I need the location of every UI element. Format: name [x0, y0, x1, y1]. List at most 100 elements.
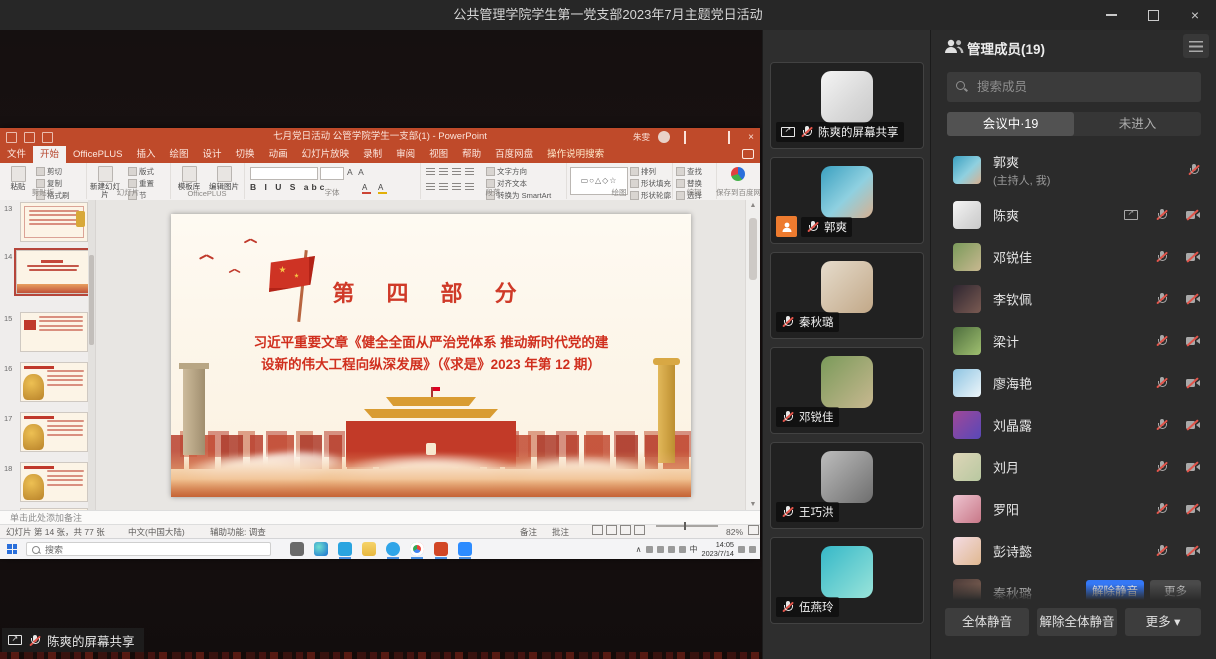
slide-thumbnail-panel[interactable]: 13 14 15 16	[0, 200, 96, 510]
camera-off-icon[interactable]	[1185, 209, 1201, 222]
mic-off-icon[interactable]	[1155, 544, 1169, 558]
zoom-slider[interactable]	[656, 525, 718, 527]
find-button[interactable]: 查找	[676, 166, 702, 177]
taskbar-clock[interactable]: 14:052023/7/14	[702, 540, 734, 558]
unmute-all-button[interactable]: 解除全体静音	[1037, 608, 1117, 636]
member-row[interactable]: 刘晶露	[931, 404, 1216, 446]
tab-officeplus[interactable]: OfficePLUS	[66, 146, 129, 163]
ppt-restore-button[interactable]	[722, 132, 736, 143]
edge-icon[interactable]	[314, 542, 328, 556]
panel-menu-button[interactable]	[1183, 34, 1209, 58]
comments-toggle[interactable]: 批注	[552, 525, 569, 539]
tab-home[interactable]: 开始	[33, 146, 66, 163]
qq-icon[interactable]	[386, 542, 400, 556]
member-row[interactable]: 廖海艳	[931, 362, 1216, 404]
fit-to-window-icon[interactable]	[748, 525, 759, 535]
notes-pane[interactable]: 单击此处添加备注	[0, 510, 760, 524]
template-gallery-icon[interactable]	[182, 166, 197, 182]
mic-off-icon[interactable]	[1155, 250, 1169, 264]
comments-icon[interactable]	[742, 149, 754, 159]
member-row[interactable]: 邓锐佳	[931, 236, 1216, 278]
tab-animations[interactable]: 动画	[262, 146, 295, 163]
camera-off-icon[interactable]	[1185, 419, 1201, 432]
chrome-icon[interactable]	[410, 542, 424, 556]
search-input[interactable]	[975, 79, 1193, 95]
tab-not-joined[interactable]: 未进入	[1074, 112, 1201, 136]
tab-review[interactable]: 审阅	[389, 146, 422, 163]
tab-baidu-netdisk[interactable]: 百度网盘	[488, 146, 540, 163]
mic-off-icon[interactable]	[1155, 208, 1169, 222]
video-tile[interactable]: 郭爽	[770, 157, 924, 244]
tab-file[interactable]: 文件	[0, 146, 33, 163]
new-slide-icon[interactable]	[98, 166, 113, 182]
tab-draw[interactable]: 绘图	[163, 146, 196, 163]
system-tray[interactable]: ∧ 中 14:052023/7/14	[636, 539, 756, 559]
font-name-box[interactable]	[250, 167, 318, 180]
numbering-icon[interactable]	[439, 168, 448, 176]
language-status[interactable]: 中文(中国大陆)	[128, 525, 185, 539]
member-row[interactable]: 罗阳	[931, 488, 1216, 530]
baidu-netdisk-icon[interactable]	[731, 167, 745, 181]
text-direction-button[interactable]: 文字方向	[486, 166, 551, 177]
thumbnail-scrollbar[interactable]	[88, 200, 95, 510]
line-spacing-icon[interactable]	[465, 168, 474, 176]
tab-transitions[interactable]: 切换	[229, 146, 262, 163]
tab-help[interactable]: 帮助	[455, 146, 488, 163]
mute-all-button[interactable]: 全体静音	[945, 608, 1029, 636]
maximize-button[interactable]	[1132, 0, 1174, 30]
mic-off-icon[interactable]	[1155, 376, 1169, 390]
video-tile-screen-share[interactable]: 陈爽的屏幕共享	[770, 62, 924, 149]
tab-in-meeting[interactable]: 会议中·19	[947, 112, 1074, 136]
taskbar-search[interactable]: 搜索	[26, 542, 271, 556]
file-explorer-icon[interactable]	[362, 542, 376, 556]
arrange-button[interactable]: 排列	[630, 166, 671, 177]
paste-icon[interactable]	[11, 166, 26, 182]
font-size-box[interactable]	[320, 167, 344, 180]
screen-share-icon[interactable]	[1124, 209, 1139, 222]
indent-icon[interactable]	[452, 168, 461, 176]
camera-off-icon[interactable]	[1185, 503, 1201, 516]
tell-me-search[interactable]: 操作说明搜索	[540, 146, 611, 163]
cut-button[interactable]: 剪切	[36, 166, 70, 177]
camera-off-icon[interactable]	[1185, 377, 1201, 390]
camera-off-icon[interactable]	[1185, 545, 1201, 558]
mic-off-icon[interactable]	[1155, 418, 1169, 432]
video-tile[interactable]: 伍燕玲	[770, 537, 924, 624]
member-row[interactable]: 郭爽(主持人, 我)	[931, 146, 1216, 194]
notes-toggle[interactable]: 备注	[520, 525, 537, 539]
mic-off-icon[interactable]	[1187, 163, 1201, 177]
reading-view-icon[interactable]	[620, 525, 631, 535]
ppt-close-button[interactable]: ×	[744, 132, 758, 143]
member-row[interactable]: 陈爽	[931, 194, 1216, 236]
minimize-button[interactable]	[1090, 0, 1132, 30]
accessibility-status[interactable]: 辅助功能: 调查	[210, 525, 266, 539]
meeting-app-icon[interactable]	[458, 542, 472, 556]
member-row[interactable]: 刘月	[931, 446, 1216, 488]
member-row[interactable]: 彭诗懿	[931, 530, 1216, 572]
tab-view[interactable]: 视图	[422, 146, 455, 163]
edit-picture-icon[interactable]	[217, 166, 232, 182]
camera-off-icon[interactable]	[1185, 461, 1201, 474]
video-tile[interactable]: 王巧洪	[770, 442, 924, 529]
close-button[interactable]: ×	[1174, 0, 1216, 30]
video-tile[interactable]: 邓锐佳	[770, 347, 924, 434]
member-search[interactable]	[947, 72, 1201, 102]
start-button[interactable]	[7, 544, 17, 554]
grow-shrink-font[interactable]: A A	[347, 167, 366, 177]
tab-insert[interactable]: 插入	[130, 146, 163, 163]
ribbon-display-icon[interactable]	[678, 132, 692, 143]
slide-sorter-icon[interactable]	[606, 525, 617, 535]
mic-off-icon[interactable]	[1155, 460, 1169, 474]
camera-off-icon[interactable]	[1185, 335, 1201, 348]
tab-record[interactable]: 录制	[356, 146, 389, 163]
more-button[interactable]: 更多 ▾	[1125, 608, 1201, 636]
slide-scrollbar[interactable]: ▲ ▼	[745, 200, 760, 510]
tab-design[interactable]: 设计	[196, 146, 229, 163]
normal-view-icon[interactable]	[592, 525, 603, 535]
mic-off-icon[interactable]	[1155, 334, 1169, 348]
slideshow-icon[interactable]	[634, 525, 645, 535]
camera-off-icon[interactable]	[1185, 293, 1201, 306]
zoom-level[interactable]: 82%	[726, 525, 743, 539]
member-row[interactable]: 李钦佩	[931, 278, 1216, 320]
layout-button[interactable]: 版式	[128, 166, 154, 177]
